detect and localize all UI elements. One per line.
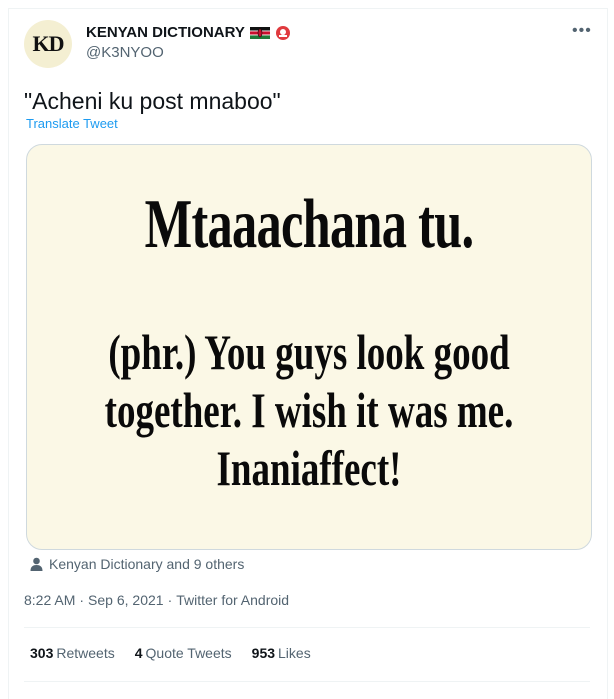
avatar-text: KD (32, 31, 65, 56)
meta-separator: · (79, 592, 85, 608)
likes-stat[interactable]: 953 Likes (252, 645, 311, 661)
tweet-stats: 303 Retweets 4 Quote Tweets 953 Likes (30, 645, 311, 661)
likes-label: Likes (278, 645, 311, 661)
handle[interactable]: @K3NYOO (86, 44, 164, 61)
retweets-stat[interactable]: 303 Retweets (30, 645, 115, 661)
kenya-flag-icon (249, 26, 270, 39)
divider (24, 627, 590, 628)
quote-tweets-count: 4 (134, 645, 143, 661)
tweet-time[interactable]: 8:22 AM (24, 592, 75, 608)
tweet-text: "Acheni ku post mnaboo" (24, 88, 281, 114)
tweet-media-image[interactable]: Mtaaachana tu. (phr.) You guys look good… (26, 144, 592, 550)
retweets-count: 303 (30, 645, 54, 661)
tweet-source[interactable]: Twitter for Android (176, 592, 289, 608)
meta-separator: · (167, 592, 173, 608)
display-name[interactable]: KENYAN DICTIONARY (86, 24, 245, 41)
avatar[interactable]: KD (24, 20, 72, 68)
emoji-badge-icon (275, 25, 290, 40)
media-definition: (phr.) You guys look good together. I wi… (104, 324, 514, 496)
divider (24, 681, 590, 682)
tweet-date[interactable]: Sep 6, 2021 (88, 592, 164, 608)
author-name-row: KENYAN DICTIONARY (86, 24, 291, 41)
quote-tweets-stat[interactable]: 4 Quote Tweets (135, 645, 232, 661)
person-icon (30, 557, 43, 571)
likes-count: 953 (251, 645, 276, 661)
more-horizontal-icon[interactable]: ••• (572, 22, 592, 40)
liked-by-row[interactable]: Kenyan Dictionary and 9 others (30, 556, 244, 572)
liked-by-text: Kenyan Dictionary and 9 others (49, 556, 245, 572)
translate-tweet-link[interactable]: Translate Tweet (26, 116, 118, 131)
quote-tweets-label: Quote Tweets (145, 645, 232, 661)
retweets-label: Retweets (56, 645, 115, 661)
tweet-meta: 8:22 AM · Sep 6, 2021 · Twitter for Andr… (24, 592, 289, 608)
media-headword: Mtaaachana tu. (144, 186, 474, 263)
